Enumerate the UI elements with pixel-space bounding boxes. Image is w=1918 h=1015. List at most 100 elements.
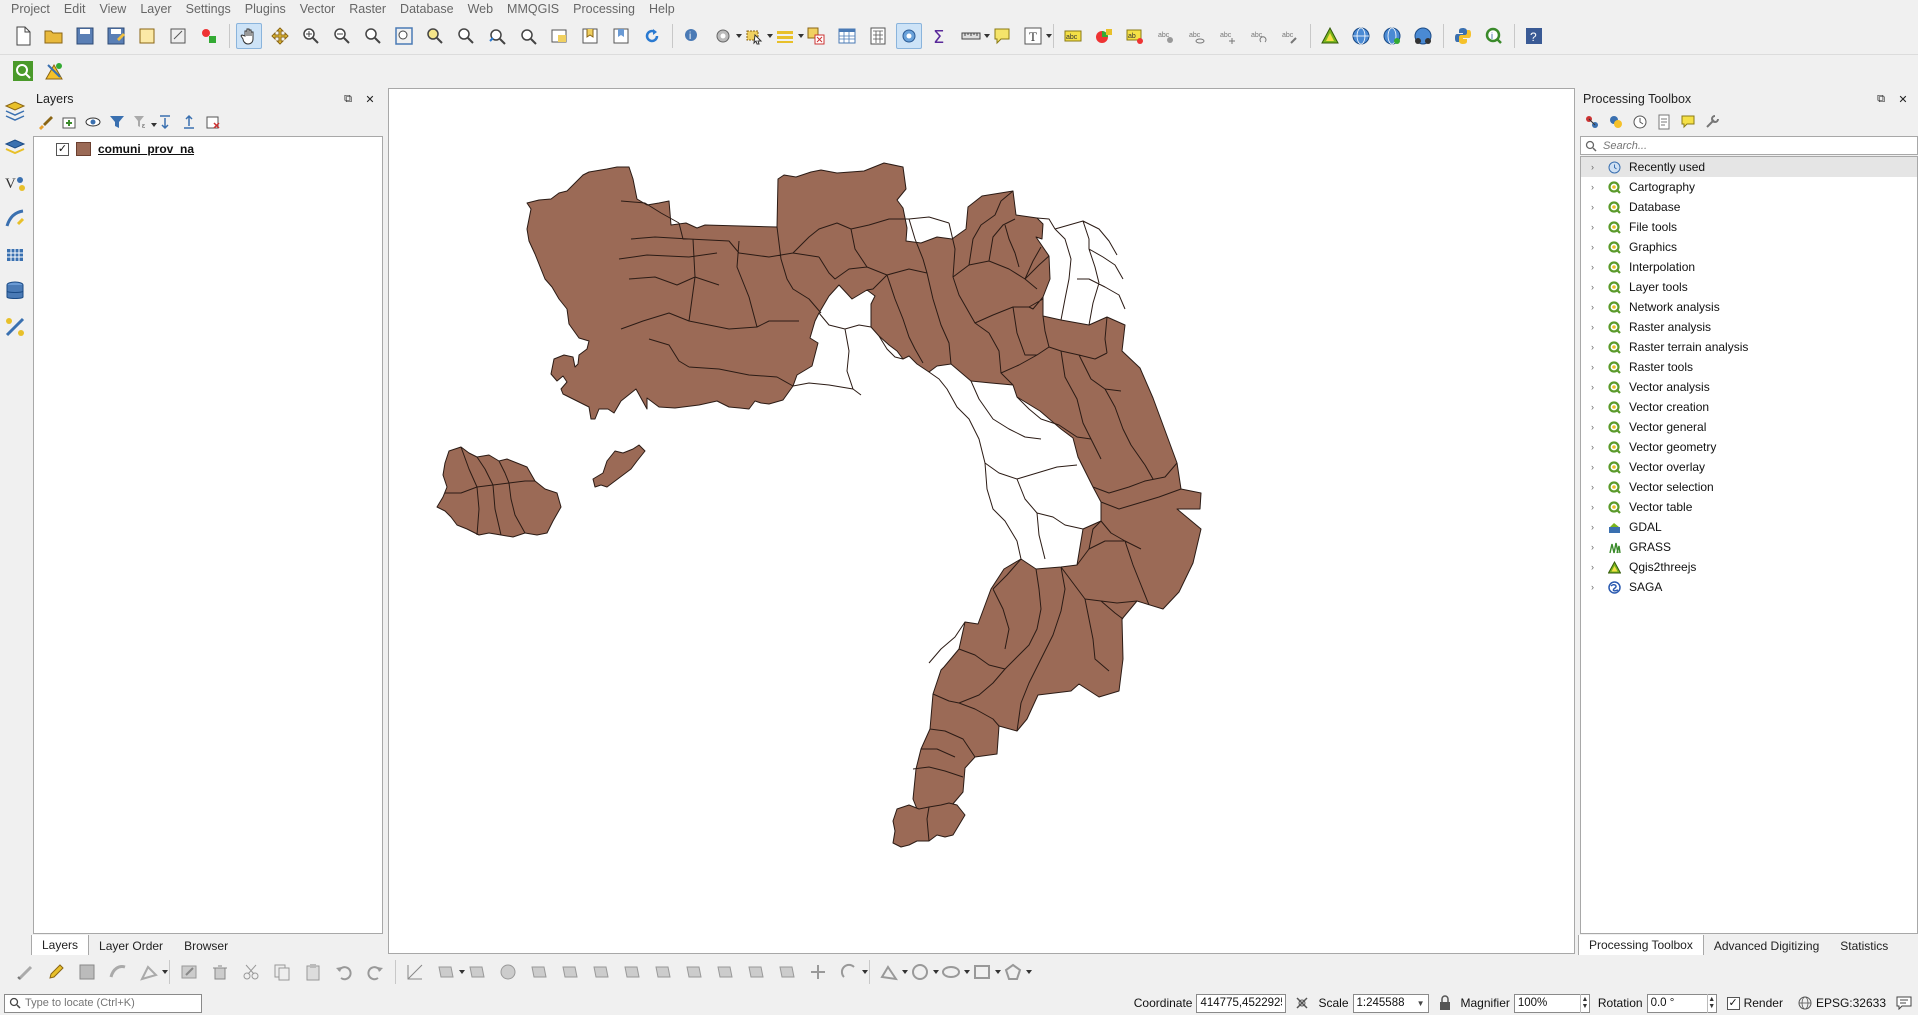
lock-scale-button[interactable] (1437, 995, 1453, 1011)
expand-all-button[interactable] (155, 112, 175, 132)
split-parts-button[interactable] (712, 959, 738, 985)
render-checkbox[interactable]: ✓ (1726, 996, 1740, 1010)
split-features-button[interactable] (681, 959, 707, 985)
merge-features-button[interactable] (743, 959, 769, 985)
toolbox-item-raster-terrain-analysis[interactable]: › Raster terrain analysis (1581, 337, 1917, 357)
add-rectangle-button[interactable] (969, 959, 1001, 985)
magnifier-input[interactable] (1517, 997, 1580, 1009)
expand-arrow-icon[interactable]: › (1591, 562, 1601, 572)
expand-arrow-icon[interactable]: › (1591, 402, 1601, 412)
add-circle-button[interactable] (907, 959, 939, 985)
wms-globe-button[interactable] (1379, 23, 1405, 49)
expand-arrow-icon[interactable]: › (1591, 462, 1601, 472)
menu-web[interactable]: Web (461, 0, 500, 19)
new-print-layout-button[interactable] (134, 23, 160, 49)
toolbox-item-network-analysis[interactable]: › Network analysis (1581, 297, 1917, 317)
undo-button[interactable] (331, 959, 357, 985)
pin-label-button[interactable]: abc (1153, 23, 1179, 49)
copy-features-button[interactable] (269, 959, 295, 985)
menu-vector[interactable]: Vector (293, 0, 342, 19)
add-vector-layer-button[interactable] (2, 98, 28, 124)
toolbox-item-gdal[interactable]: › GDAL (1581, 517, 1917, 537)
vertex-tool-button[interactable] (136, 959, 168, 985)
menu-database[interactable]: Database (393, 0, 461, 19)
add-delimited-text-button[interactable]: V (2, 170, 28, 196)
digitize-tool-button[interactable] (2, 314, 28, 340)
zoom-selection-button[interactable] (422, 23, 448, 49)
offset-curve-button[interactable] (619, 959, 645, 985)
expand-arrow-icon[interactable]: › (1591, 442, 1601, 452)
expand-arrow-icon[interactable]: › (1591, 342, 1601, 352)
add-spatialite-layer-button[interactable] (2, 206, 28, 232)
menu-plugins[interactable]: Plugins (238, 0, 293, 19)
locator-input[interactable] (25, 997, 195, 1009)
add-part-button[interactable] (464, 959, 490, 985)
manage-visibility-button[interactable] (83, 112, 103, 132)
add-raster-layer-button[interactable] (2, 134, 28, 160)
merge-attributes-button[interactable] (774, 959, 800, 985)
tab-browser[interactable]: Browser (174, 936, 239, 956)
toolbox-item-vector-overlay[interactable]: › Vector overlay (1581, 457, 1917, 477)
delete-ring-button[interactable] (526, 959, 552, 985)
zoom-out-button[interactable] (329, 23, 355, 49)
new-map-view-button[interactable] (546, 23, 572, 49)
web-services-button[interactable] (1410, 23, 1436, 49)
menu-settings[interactable]: Settings (179, 0, 238, 19)
expand-arrow-icon[interactable]: › (1591, 242, 1601, 252)
toolbox-item-cartography[interactable]: › Cartography (1581, 177, 1917, 197)
add-mesh-layer-button[interactable] (2, 242, 28, 268)
field-calculator-button[interactable] (865, 23, 891, 49)
highlight-pinned-label-button[interactable]: ab (1122, 23, 1148, 49)
diagram-button[interactable] (1091, 23, 1117, 49)
locator-bar[interactable] (4, 993, 202, 1013)
menu-layer[interactable]: Layer (133, 0, 178, 19)
expand-arrow-icon[interactable]: › (1591, 302, 1601, 312)
expand-arrow-icon[interactable]: › (1591, 382, 1601, 392)
expand-arrow-icon[interactable]: › (1591, 422, 1601, 432)
float-panel-button[interactable]: ⧉ (341, 92, 355, 106)
zoom-last-button[interactable] (484, 23, 510, 49)
scripts-button[interactable] (1606, 112, 1626, 132)
filter-expression-button[interactable]: ε (131, 112, 157, 132)
toolbox-item-layer-tools[interactable]: › Layer tools (1581, 277, 1917, 297)
toolbox-item-saga[interactable]: › SAGA (1581, 577, 1917, 597)
label-toolbar-button[interactable]: abc (1060, 23, 1086, 49)
help-button[interactable]: ? (1521, 23, 1547, 49)
toolbox-item-database[interactable]: › Database (1581, 197, 1917, 217)
rotate-point-symbols-button[interactable] (805, 959, 831, 985)
toolbox-options-button[interactable] (1702, 112, 1722, 132)
history-button[interactable] (1630, 112, 1650, 132)
zoom-full-button[interactable] (391, 23, 417, 49)
rotation-spinner[interactable]: ▲ ▼ (1706, 993, 1716, 1013)
cut-features-button[interactable] (238, 959, 264, 985)
toggle-extents-button[interactable] (1294, 995, 1310, 1011)
add-ellipse-button[interactable] (938, 959, 970, 985)
toolbox-item-raster-analysis[interactable]: › Raster analysis (1581, 317, 1917, 337)
show-bookmarks-button[interactable] (608, 23, 634, 49)
toolbox-item-vector-geometry[interactable]: › Vector geometry (1581, 437, 1917, 457)
zoom-layer-button[interactable] (453, 23, 479, 49)
expand-arrow-icon[interactable]: › (1591, 222, 1601, 232)
menu-view[interactable]: View (92, 0, 133, 19)
toolbox-item-file-tools[interactable]: › File tools (1581, 217, 1917, 237)
delete-selected-button[interactable] (207, 959, 233, 985)
zoom-in-button[interactable] (298, 23, 324, 49)
chevron-down-icon[interactable]: ▼ (1417, 999, 1425, 1008)
toolbox-item-vector-table[interactable]: › Vector table (1581, 497, 1917, 517)
menu-edit[interactable]: Edit (57, 0, 93, 19)
attribute-table-button[interactable] (834, 23, 860, 49)
toolbox-item-recently-used[interactable]: › Recently used (1581, 157, 1917, 177)
layer-visibility-checkbox[interactable]: ✓ (56, 142, 69, 156)
toggle-editing-button[interactable] (43, 959, 69, 985)
menu-help[interactable]: Help (642, 0, 682, 19)
menu-processing[interactable]: Processing (566, 0, 642, 19)
open-project-button[interactable] (41, 23, 67, 49)
toolbox-item-vector-general[interactable]: › Vector general (1581, 417, 1917, 437)
add-polygon-button[interactable] (1000, 959, 1032, 985)
close-panel-button[interactable]: ✕ (363, 92, 377, 106)
rotation-field[interactable]: ▲▼ (1646, 993, 1717, 1013)
select-by-value-button[interactable] (772, 23, 804, 49)
add-group-button[interactable] (59, 112, 79, 132)
offset-point-symbol-button[interactable] (836, 959, 868, 985)
new-bookmark-button[interactable] (577, 23, 603, 49)
